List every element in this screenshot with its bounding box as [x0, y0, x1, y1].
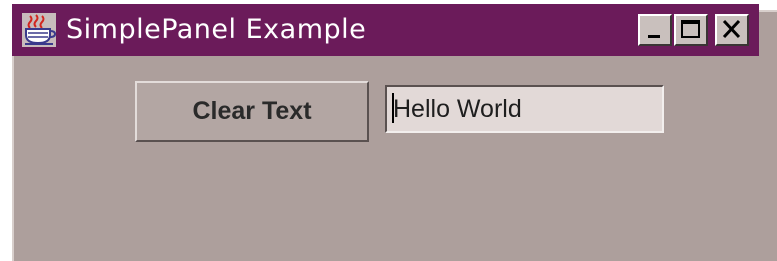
text-caret: [392, 93, 394, 123]
clear-text-button[interactable]: Clear Text: [135, 81, 369, 142]
close-icon: [722, 19, 741, 39]
window-title: SimplePanel Example: [66, 14, 367, 45]
maximize-icon: [681, 20, 700, 38]
minimize-icon: [648, 35, 660, 38]
window-titlebar[interactable]: SimplePanel Example: [12, 4, 759, 56]
maximize-button[interactable]: [674, 14, 708, 46]
text-input-field[interactable]: [385, 85, 664, 133]
close-button[interactable]: [715, 14, 749, 46]
minimize-button[interactable]: [638, 14, 672, 46]
java-cup-icon[interactable]: [22, 13, 57, 47]
